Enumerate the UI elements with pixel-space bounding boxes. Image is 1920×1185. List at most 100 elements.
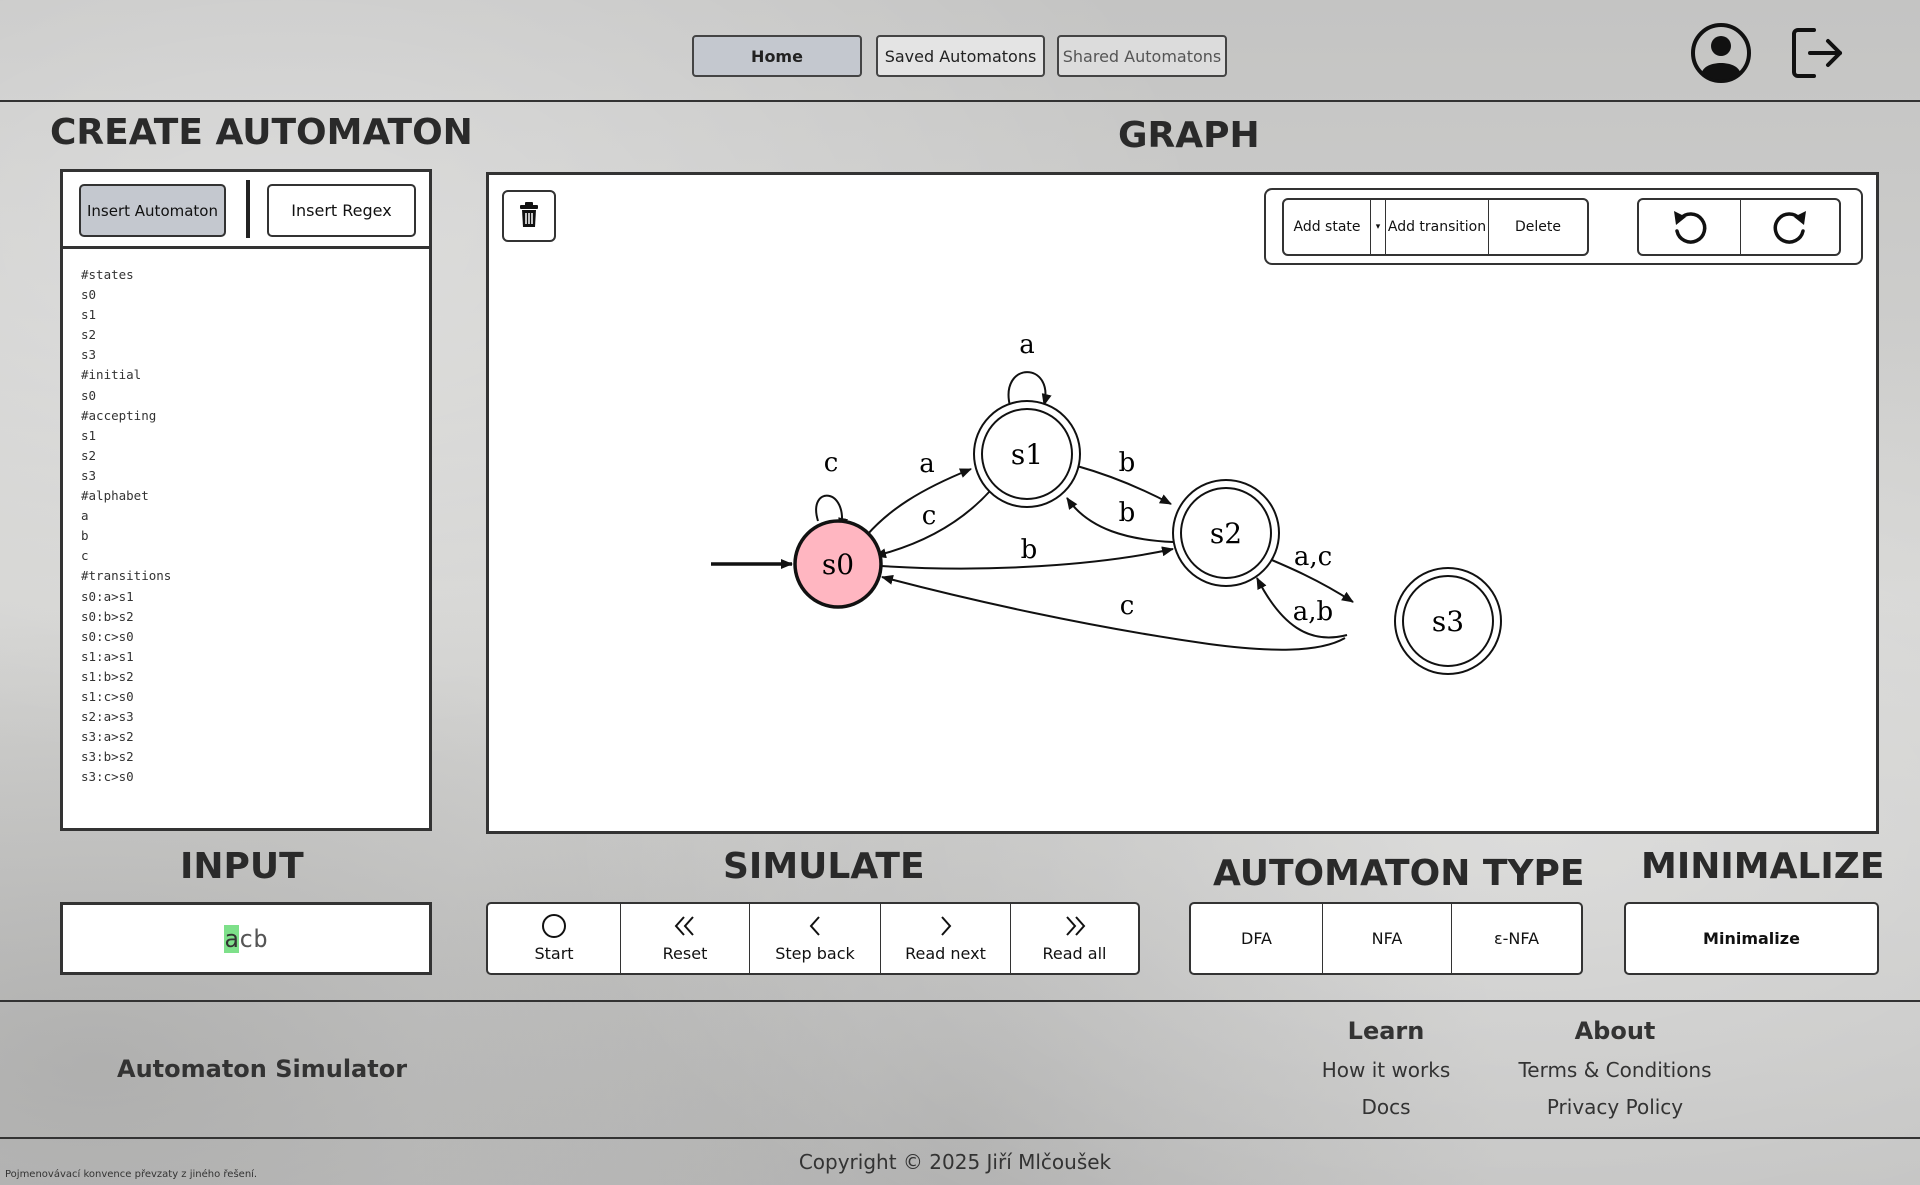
automaton-type-title: AUTOMATON TYPE bbox=[1213, 853, 1585, 894]
definition-line: #alphabet bbox=[81, 488, 149, 504]
definition-line: #transitions bbox=[81, 568, 172, 584]
edge-label-s0-s0: c bbox=[824, 448, 839, 478]
create-automaton-panel: Insert Automaton Insert Regex #states s0 s… bbox=[60, 169, 432, 831]
edge-label-s2-s1: b bbox=[1119, 498, 1136, 528]
terms-link[interactable]: Terms & Conditions bbox=[1490, 1058, 1740, 1082]
input-word-field[interactable]: acb bbox=[60, 902, 432, 975]
tab-divider bbox=[246, 180, 250, 238]
state-label-s3: s3 bbox=[1432, 605, 1464, 638]
nav-home-button[interactable]: Home bbox=[692, 35, 862, 77]
state-s0[interactable]: s0 bbox=[793, 519, 883, 609]
definition-line: s1 bbox=[81, 427, 97, 443]
reset-label: Reset bbox=[662, 944, 708, 963]
definition-line: s1:a>s1 bbox=[81, 648, 134, 664]
definition-line: s0:c>s0 bbox=[81, 628, 134, 644]
definition-line: s3 bbox=[81, 467, 97, 483]
privacy-link[interactable]: Privacy Policy bbox=[1490, 1095, 1740, 1119]
definition-line: s3:c>s0 bbox=[81, 769, 134, 785]
current-input-char: a bbox=[224, 924, 239, 953]
nfa-button[interactable]: NFA bbox=[1323, 904, 1451, 973]
automaton-definition-editor[interactable]: #states s0 s1 s2 s3 #initial s0 #accepting s1 s2 s… bbox=[63, 249, 429, 828]
definition-line: s0 bbox=[81, 287, 97, 303]
input-title: INPUT bbox=[180, 846, 304, 887]
logout-icon[interactable] bbox=[1790, 26, 1846, 80]
edge-label-s0-s1: a bbox=[919, 449, 935, 479]
chevron-left-icon bbox=[802, 914, 828, 938]
minimalize-group: Minimalize bbox=[1624, 902, 1879, 975]
footer-brand: Automaton Simulator bbox=[117, 1055, 408, 1083]
footer-about-heading: About bbox=[1574, 1017, 1656, 1045]
definition-line: #states bbox=[81, 267, 134, 282]
simulation-controls: Start Reset Step back Read next Read all bbox=[486, 902, 1140, 975]
step-back-label: Step back bbox=[775, 944, 855, 963]
copyright: Copyright © 2025 Jiří Mlčoušek bbox=[798, 1150, 1112, 1174]
nav-saved-automatons-button[interactable]: Saved Automatons bbox=[876, 35, 1045, 77]
reset-button[interactable]: Reset bbox=[621, 904, 749, 973]
read-all-button[interactable]: Read all bbox=[1011, 904, 1138, 973]
double-chevron-left-icon bbox=[672, 914, 698, 938]
naming-convention-note: Pojmenovávací konvence převzaty z jiného… bbox=[5, 1169, 258, 1180]
graph-title: GRAPH bbox=[1118, 115, 1260, 156]
graph-canvas[interactable]: Add state ▾ Add transition Delete c a c … bbox=[486, 172, 1879, 834]
definition-line: #initial bbox=[81, 367, 142, 383]
read-next-button[interactable]: Read next bbox=[881, 904, 1010, 973]
insert-regex-tab[interactable]: Insert Regex bbox=[267, 184, 416, 237]
read-next-label: Read next bbox=[905, 944, 986, 963]
step-back-button[interactable]: Step back bbox=[750, 904, 880, 973]
dfa-button[interactable]: DFA bbox=[1191, 904, 1322, 973]
header-divider bbox=[0, 100, 1920, 102]
definition-line: s1:b>s2 bbox=[81, 668, 134, 684]
definition-line: c bbox=[81, 548, 89, 564]
definition-line: s3:b>s2 bbox=[81, 749, 134, 765]
user-circle-icon[interactable] bbox=[1690, 22, 1752, 84]
state-s1[interactable]: s1 bbox=[973, 400, 1081, 508]
footer-divider-top bbox=[0, 1000, 1920, 1002]
definition-line: s2 bbox=[81, 327, 97, 343]
definition-line: s3 bbox=[81, 347, 97, 363]
remaining-input: cb bbox=[238, 924, 268, 953]
footer-learn-heading: Learn bbox=[1347, 1017, 1425, 1045]
edge-s3-s0 bbox=[881, 574, 1346, 651]
edge-label-s0-s2: b bbox=[1021, 535, 1038, 565]
automaton-graph: c a c a b b b a,c a,b c s0 s1 s2 s3 bbox=[711, 330, 1502, 675]
how-it-works-link[interactable]: How it works bbox=[1286, 1058, 1486, 1082]
footer-divider-bottom bbox=[0, 1137, 1920, 1139]
create-automaton-title: CREATE AUTOMATON bbox=[50, 112, 473, 153]
circle-icon bbox=[541, 914, 567, 938]
definition-line: s3:a>s2 bbox=[81, 729, 134, 745]
edge-label-s1-s2: b bbox=[1119, 448, 1136, 478]
definition-line: s0:b>s2 bbox=[81, 608, 134, 624]
definition-line: s2:a>s3 bbox=[81, 709, 134, 725]
definition-line: s1:c>s0 bbox=[81, 688, 134, 704]
minimalize-button[interactable]: Minimalize bbox=[1626, 904, 1877, 973]
automaton-type-selector: DFA NFA ε-NFA bbox=[1189, 902, 1583, 975]
start-label: Start bbox=[534, 944, 574, 963]
state-label-s2: s2 bbox=[1210, 517, 1242, 550]
definition-line: #accepting bbox=[81, 407, 157, 423]
read-all-label: Read all bbox=[1042, 944, 1107, 963]
state-label-s1: s1 bbox=[1011, 438, 1043, 471]
minimalize-title: MINIMALIZE bbox=[1641, 846, 1885, 887]
docs-link[interactable]: Docs bbox=[1286, 1095, 1486, 1119]
double-chevron-right-icon bbox=[1062, 914, 1088, 938]
enfa-button[interactable]: ε-NFA bbox=[1452, 904, 1581, 973]
edge-label-s1-s0: c bbox=[922, 501, 937, 531]
edge-label-s1-s1: a bbox=[1019, 330, 1035, 360]
definition-line: s1 bbox=[81, 307, 97, 323]
state-s2[interactable]: s2 bbox=[1172, 479, 1280, 587]
nav-shared-automatons-button[interactable]: Shared Automatons bbox=[1057, 35, 1227, 77]
definition-line: s0 bbox=[81, 387, 97, 403]
definition-lines: #states s0 s1 s2 s3 #initial s0 #accepting s1 s2 s… bbox=[81, 265, 171, 787]
edge-label-s2-s3: a,c bbox=[1294, 542, 1332, 572]
insert-automaton-tab[interactable]: Insert Automaton bbox=[79, 184, 226, 237]
state-label-s0: s0 bbox=[822, 548, 854, 581]
start-button[interactable]: Start bbox=[488, 904, 620, 973]
definition-line: s2 bbox=[81, 447, 97, 463]
edge-label-s3-s2: a,b bbox=[1293, 597, 1333, 627]
definition-line: a bbox=[81, 508, 89, 524]
state-s3[interactable]: s3 bbox=[1394, 567, 1502, 675]
definition-line: b bbox=[81, 528, 89, 544]
simulate-title: SIMULATE bbox=[723, 846, 925, 887]
edge-label-s3-s0: c bbox=[1120, 591, 1135, 621]
definition-line: s0:a>s1 bbox=[81, 588, 134, 604]
